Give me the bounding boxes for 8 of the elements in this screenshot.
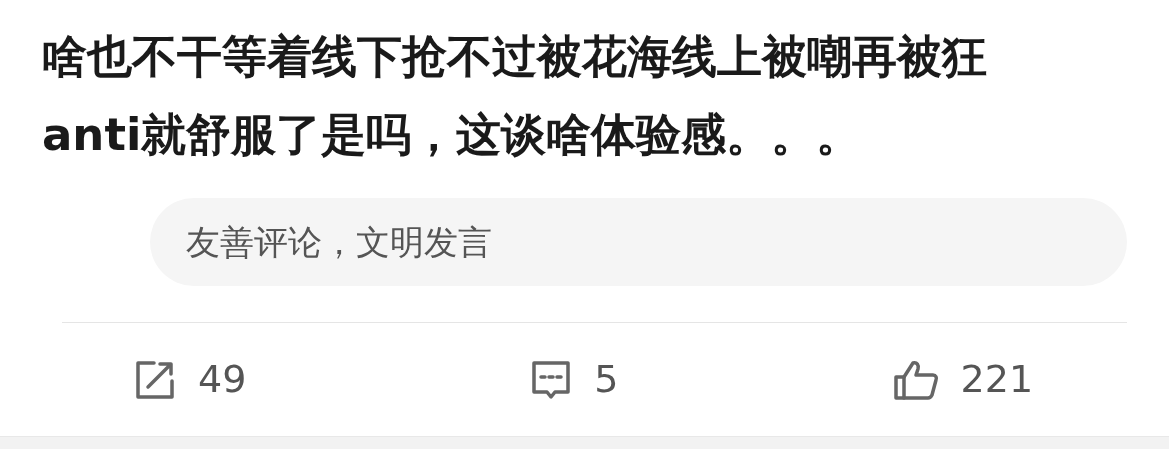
comment-icon — [530, 359, 573, 400]
post-text: 啥也不干等着线下抢不过被花海线上被嘲再被狂anti就舒服了是吗，这谈啥体验感。。。 — [41, 29, 988, 163]
comment-field[interactable]: 友善评论，文明发言 — [150, 198, 1127, 286]
like-button[interactable]: 221 — [892, 351, 1034, 408]
thumbs-up-icon — [892, 358, 939, 401]
comment-button[interactable]: 5 — [530, 351, 619, 408]
share-icon — [134, 359, 176, 400]
share-button[interactable]: 49 — [134, 351, 247, 408]
